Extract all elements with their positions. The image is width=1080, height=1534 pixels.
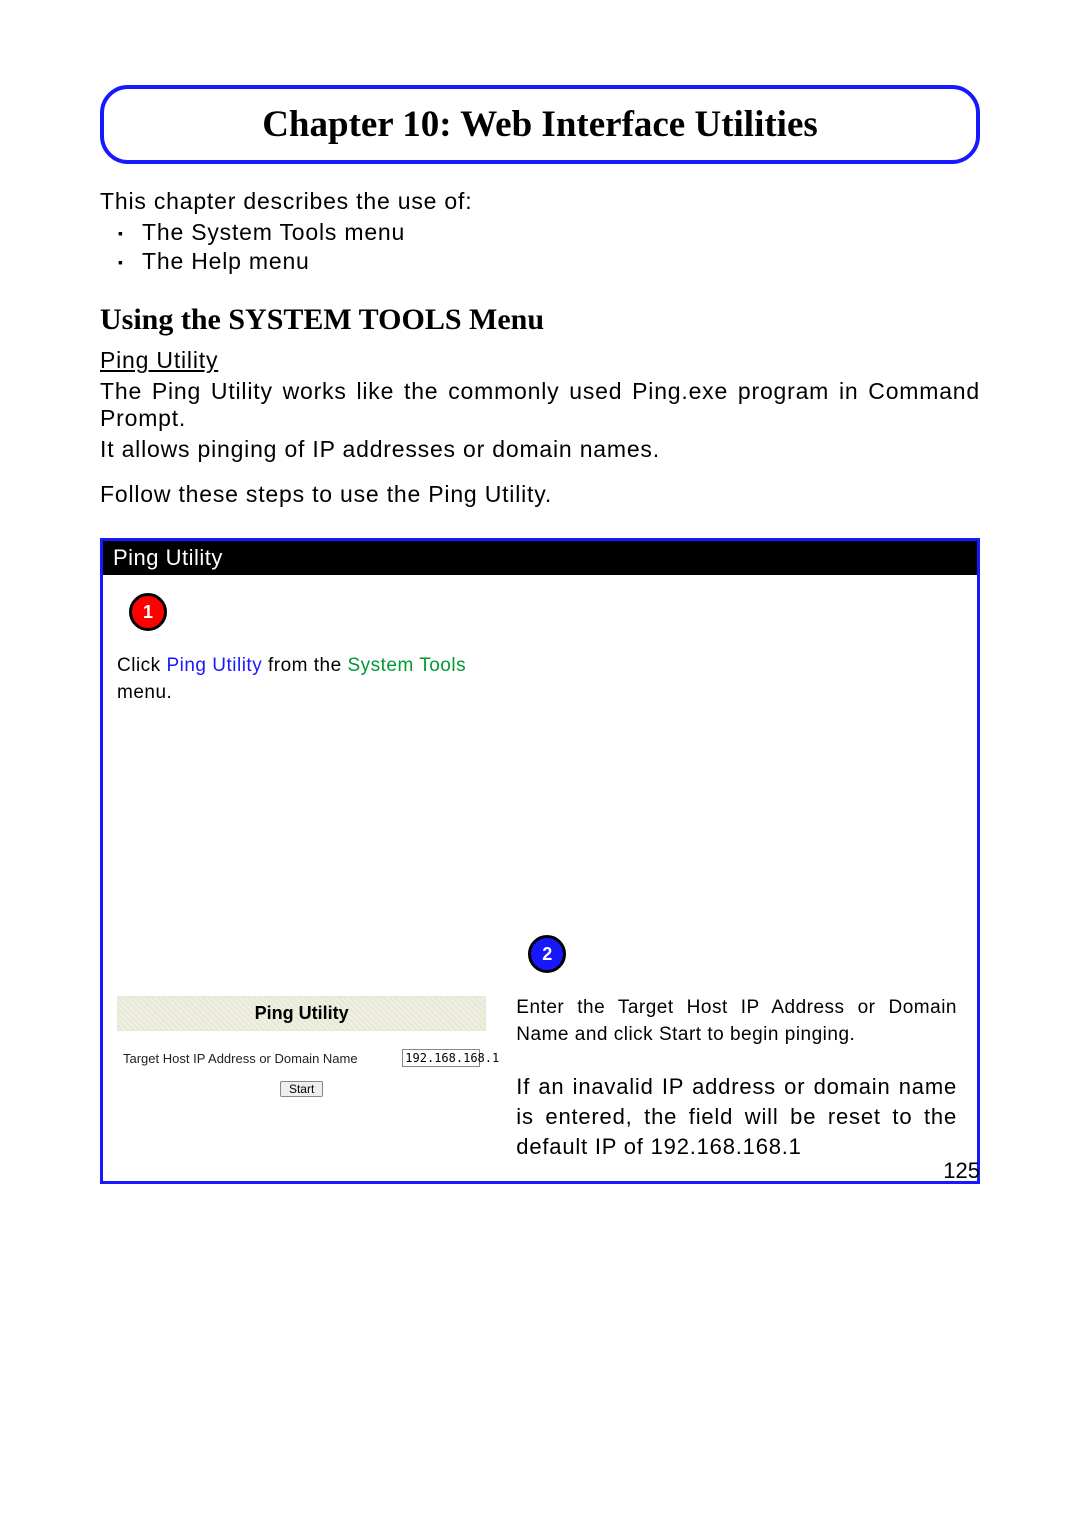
panel-title: Ping Utility (103, 541, 977, 575)
paragraph: It allows pinging of IP addresses or dom… (100, 436, 980, 463)
start-button[interactable]: Start (280, 1081, 323, 1097)
text: from the (262, 655, 347, 676)
step-badge-1: 1 (129, 593, 167, 631)
text: Click (117, 655, 166, 676)
paragraph: The Ping Utility works like the commonly… (100, 378, 980, 432)
paragraph: Follow these steps to use the Ping Utili… (100, 481, 980, 508)
panel-left: 1 Click Ping Utility from the System Too… (103, 575, 496, 1181)
step-2-text-2: If an inavalid IP address or domain name… (516, 1072, 957, 1161)
ping-widget-row: Target Host IP Address or Domain Name 19… (123, 1049, 480, 1067)
panel-body: 1 Click Ping Utility from the System Too… (103, 575, 977, 1181)
target-host-label: Target Host IP Address or Domain Name (123, 1051, 358, 1066)
target-host-input[interactable]: 192.168.168.1 (402, 1049, 480, 1067)
ping-utility-link[interactable]: Ping Utility (166, 655, 262, 676)
step-badge-2: 2 (528, 935, 566, 973)
step-1-text: Click Ping Utility from the System Tools… (117, 653, 486, 706)
subsection-heading: Ping Utility (100, 347, 980, 374)
page-number: 125 (943, 1158, 980, 1184)
ping-widget: Ping Utility Target Host IP Address or D… (117, 996, 486, 1107)
ping-widget-heading: Ping Utility (117, 996, 486, 1031)
section-heading: Using the SYSTEM TOOLS Menu (100, 303, 980, 337)
system-tools-link[interactable]: System Tools (347, 655, 466, 676)
ping-button-row: Start (123, 1081, 480, 1097)
step-2-text-1: Enter the Target Host IP Address or Doma… (516, 995, 957, 1048)
page: Chapter 10: Web Interface Utilities This… (0, 0, 1080, 1224)
text: menu. (117, 682, 172, 703)
intro-list: The System Tools menu The Help menu (100, 219, 980, 275)
step-number: 2 (542, 944, 552, 965)
chapter-title-box: Chapter 10: Web Interface Utilities (100, 85, 980, 164)
chapter-title: Chapter 10: Web Interface Utilities (124, 103, 956, 146)
intro-lead: This chapter describes the use of: (100, 188, 980, 215)
ping-widget-body: Target Host IP Address or Domain Name 19… (117, 1031, 486, 1107)
panel-right: 2 Enter the Target Host IP Address or Do… (496, 575, 977, 1181)
step-number: 1 (143, 602, 153, 623)
ping-utility-panel: Ping Utility 1 Click Ping Utility from t… (100, 538, 980, 1184)
list-item: The Help menu (142, 248, 980, 275)
list-item: The System Tools menu (142, 219, 980, 246)
